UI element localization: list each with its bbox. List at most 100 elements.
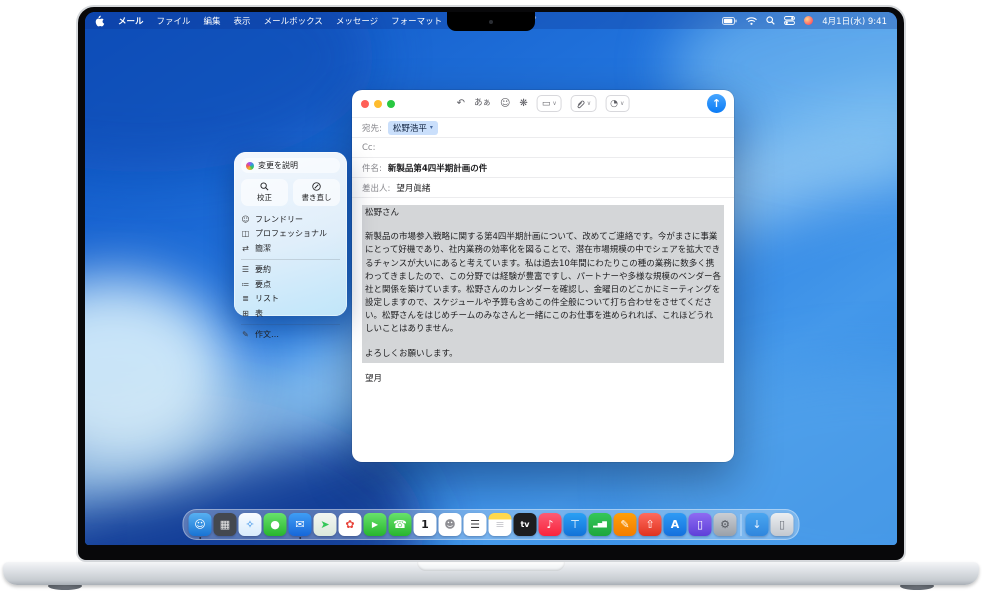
photo-browser-button[interactable]: ▭ ∨ <box>537 95 562 112</box>
dock-icon-calendar[interactable]: 1 <box>414 513 437 536</box>
dock-icon-finder[interactable]: ☺ <box>189 513 212 536</box>
app-icon-tile: ✎ <box>614 513 637 536</box>
dock-icon-mail[interactable]: ✉ <box>289 513 312 536</box>
wt-item-compose[interactable]: ✎ 作文… <box>241 328 340 343</box>
menu-bar-clock[interactable]: 4月1日(水) 9:41 <box>822 15 887 27</box>
wt-item-list[interactable]: ≣ リスト <box>241 292 340 307</box>
send-arrow-icon: ↑ <box>712 97 721 110</box>
proofread-button[interactable]: 校正 <box>241 179 288 206</box>
dock-icon-app-store[interactable]: A <box>664 513 687 536</box>
close-window-button[interactable] <box>361 100 369 108</box>
window-titlebar[interactable]: ↶ あぁ ☺ ❋ ▭ ∨ ∨ ◔ <box>352 90 734 117</box>
app-icon-glyph: ✎ <box>620 518 629 531</box>
wt-item-key-points[interactable]: ≔ 要点 <box>241 277 340 292</box>
running-indicator-dot <box>199 537 202 540</box>
from-label: 差出人: <box>362 182 390 194</box>
wt-item-professional[interactable]: ◫ プロフェッショナル <box>241 227 340 242</box>
menu-item[interactable]: メール <box>118 15 144 27</box>
app-icon-glyph: ☺ <box>194 518 205 531</box>
app-icon-glyph: ✧ <box>245 518 254 531</box>
app-icon-tile: ▯ <box>771 513 794 536</box>
format-item-label: 要約 <box>255 264 271 275</box>
cc-field[interactable]: Cc: <box>352 137 734 157</box>
app-icon-glyph: ☎ <box>393 518 407 531</box>
body-paragraph: 新製品の市場参入戦略に関する第4四半期計画について、改めてご連絡です。今がまさに… <box>365 231 721 336</box>
dock-icon-phone[interactable]: ☎ <box>389 513 412 536</box>
dock-icon-photos[interactable]: ✿ <box>339 513 362 536</box>
dock-icon-safari[interactable]: ✧ <box>239 513 262 536</box>
chevron-down-icon: ∨ <box>552 100 556 107</box>
app-icon-tile: ⇧ <box>639 513 662 536</box>
wifi-icon[interactable] <box>746 17 757 25</box>
display-notch <box>447 12 535 31</box>
dock-icon-music[interactable]: ♪ <box>539 513 562 536</box>
dock-icon-launchpad[interactable]: ▦ <box>214 513 237 536</box>
app-icon-tile: ☎ <box>389 513 412 536</box>
laptop-hinge-notch <box>417 562 565 571</box>
message-body[interactable]: 松野さん 新製品の市場参入戦略に関する第4四半期計画について、改めてご連絡です。… <box>352 197 734 393</box>
status-app-icon[interactable] <box>804 16 813 25</box>
wt-item-concise[interactable]: ⇄ 簡潔 <box>241 241 340 256</box>
control-center-icon[interactable] <box>784 16 795 25</box>
dock-icon-keynote[interactable]: ⊤ <box>564 513 587 536</box>
send-button[interactable]: ↑ <box>707 94 726 113</box>
dock-icon-system-settings[interactable]: ⚙ <box>714 513 737 536</box>
writing-tools-icon[interactable]: ❋ <box>519 95 527 112</box>
rewrite-pencil-icon <box>312 182 321 191</box>
dock-icon-facetime[interactable]: ▶ <box>364 513 387 536</box>
dock-icon-trash[interactable]: ▯ <box>771 513 794 536</box>
magnifier-icon <box>260 182 269 191</box>
compose-item-icon: ✎ <box>241 330 250 339</box>
spotlight-search-icon[interactable] <box>766 16 775 25</box>
app-icon-tile: ▂▅▇ <box>589 513 612 536</box>
chevron-down-icon: ∨ <box>587 100 591 107</box>
app-icon-glyph: ♪ <box>546 518 553 531</box>
describe-change-field[interactable]: 変更を説明 <box>241 158 340 173</box>
popup-divider <box>241 324 340 325</box>
app-icon-glyph: ☻ <box>444 518 455 531</box>
menu-item[interactable]: 表示 <box>234 15 251 27</box>
send-later-button[interactable]: ◔ ∨ <box>605 95 629 112</box>
dock-icon-messages[interactable]: ● <box>264 513 287 536</box>
dock-icon-downloads-folder[interactable]: ↓ <box>746 513 769 536</box>
menu-item[interactable]: メールボックス <box>264 15 323 27</box>
dock-icon-reminders[interactable]: ☰ <box>464 513 487 536</box>
rewrite-button[interactable]: 書き直し <box>293 179 340 206</box>
dock-icon-rocket-app[interactable]: ⇧ <box>639 513 662 536</box>
menu-item[interactable]: フォーマット <box>391 15 442 27</box>
running-indicator-dot <box>299 537 302 540</box>
menu-item[interactable]: 編集 <box>204 15 221 27</box>
recipient-token[interactable]: 松野浩平 ▾ <box>388 121 438 135</box>
wt-item-table[interactable]: ⊞ 表 <box>241 306 340 321</box>
to-field[interactable]: 宛先: 松野浩平 ▾ <box>352 117 734 137</box>
minimize-window-button[interactable] <box>374 100 382 108</box>
attach-file-button[interactable]: ∨ <box>571 95 596 112</box>
dock-icon-notes[interactable]: ≡ <box>489 513 512 536</box>
chevron-down-icon: ∨ <box>620 100 624 107</box>
emoji-picker-icon[interactable]: ☺ <box>500 95 510 112</box>
from-value: 望月眞緒 <box>396 182 430 194</box>
dock-icon-contacts[interactable]: ☻ <box>439 513 462 536</box>
app-icon-tile: ➤ <box>314 513 337 536</box>
undo-icon[interactable]: ↶ <box>457 95 465 112</box>
dock-icon-iphone-mirroring[interactable]: ▯ <box>689 513 712 536</box>
subject-label: 件名: <box>362 162 382 174</box>
menu-item[interactable]: ファイル <box>157 15 191 27</box>
app-icon-tile: tv <box>514 513 537 536</box>
wt-item-summary[interactable]: ☰ 要約 <box>241 263 340 278</box>
menu-item[interactable]: メッセージ <box>336 15 378 27</box>
from-field[interactable]: 差出人: 望月眞緒 <box>352 177 734 197</box>
zoom-window-button[interactable] <box>387 100 395 108</box>
app-icon-glyph: A <box>671 518 680 531</box>
text-format-icon[interactable]: あぁ <box>474 95 491 112</box>
macbook-screenshot: メール ファイル 編集 表示 メールボックス メッセージ フォーマット ウインド… <box>0 0 982 598</box>
apple-menu[interactable] <box>95 15 105 27</box>
subject-field[interactable]: 件名: 新製品第4四半期計画の件 <box>352 157 734 177</box>
dock-icon-maps[interactable]: ➤ <box>314 513 337 536</box>
battery-icon[interactable] <box>722 17 737 25</box>
app-icon-glyph: tv <box>520 520 529 529</box>
wt-item-friendly[interactable]: ☺ フレンドリー <box>241 212 340 227</box>
dock-icon-pages[interactable]: ✎ <box>614 513 637 536</box>
dock-icon-numbers[interactable]: ▂▅▇ <box>589 513 612 536</box>
dock-icon-tv[interactable]: tv <box>514 513 537 536</box>
